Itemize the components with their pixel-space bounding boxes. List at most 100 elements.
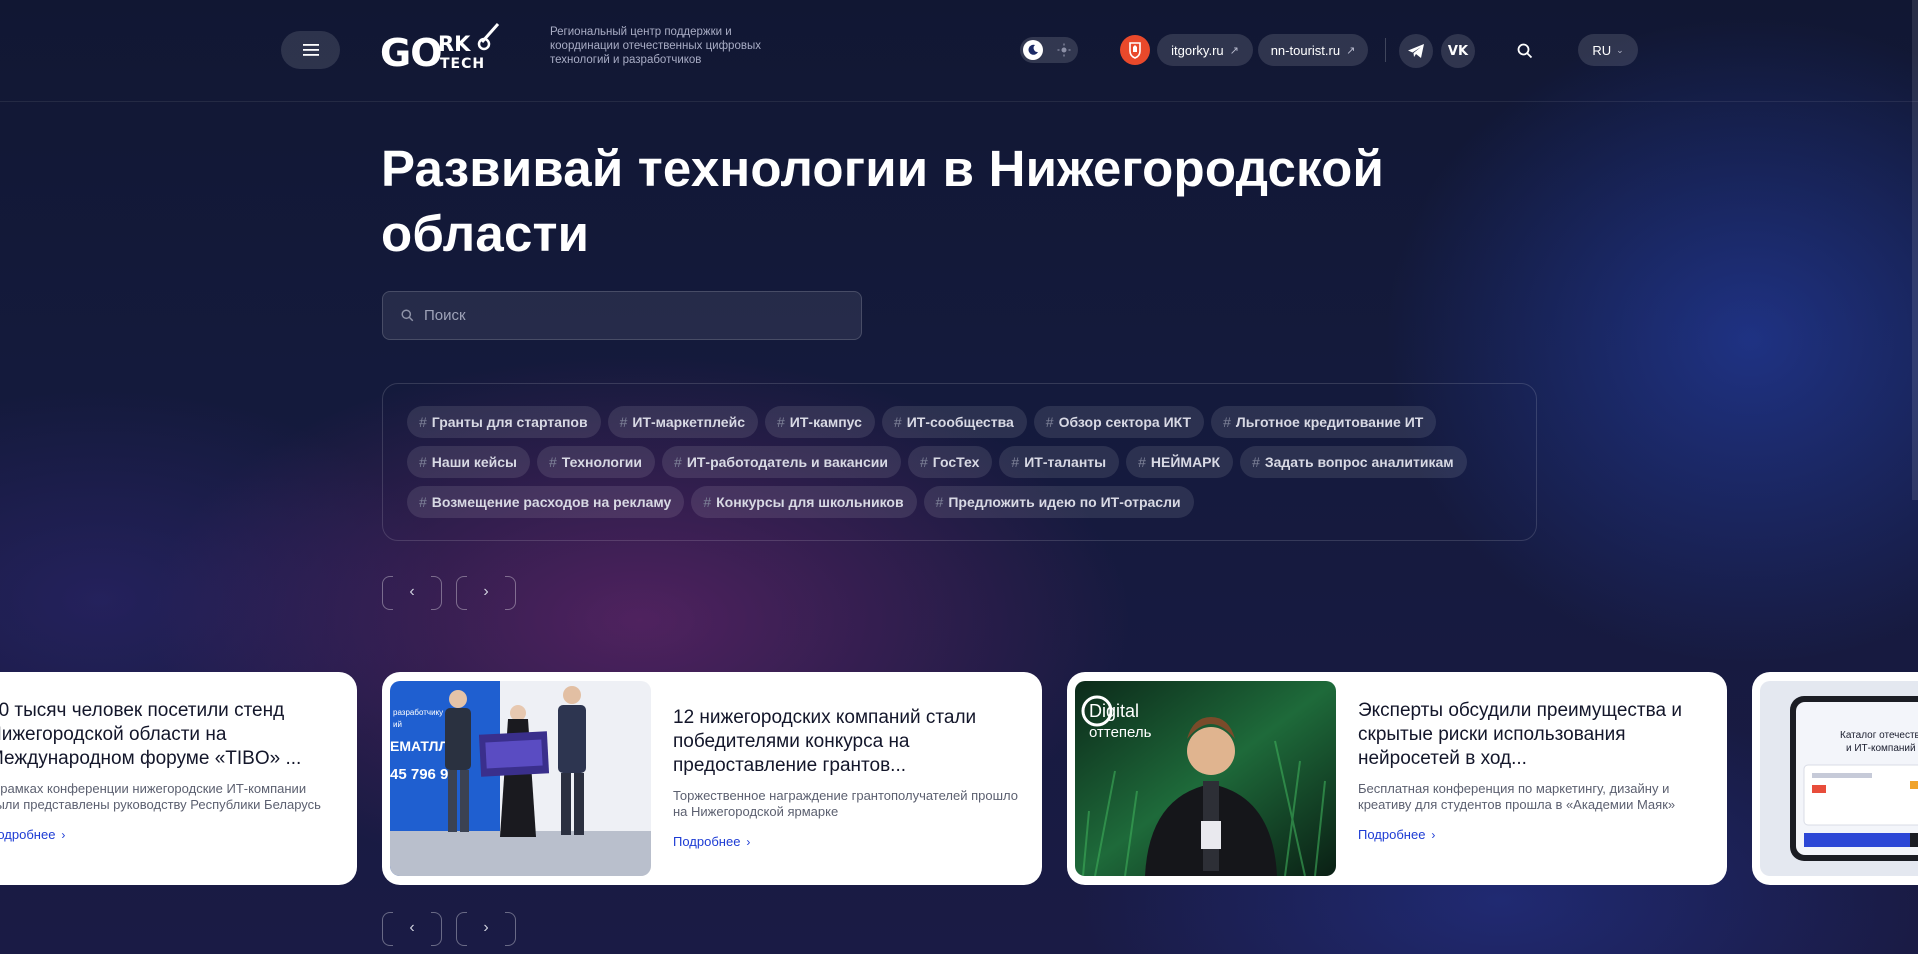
moon-icon: [1023, 40, 1043, 60]
news-card[interactable]: 40 тысяч человек посетили стенд Нижегоро…: [0, 672, 357, 885]
news-title: 12 нижегородских компаний стали победите…: [673, 707, 977, 776]
tag-label: ИТ-работодатель и вакансии: [686, 454, 888, 470]
search-field[interactable]: [382, 291, 862, 340]
tags-carousel-nav: ‹ ›: [382, 576, 516, 610]
image-text: Каталог отечественн: [1840, 730, 1918, 741]
tag-label: Технологии: [561, 454, 643, 470]
nn-tourist-link[interactable]: nn-tourist.ru ↗: [1258, 34, 1368, 66]
news-image: Digital оттепель: [1075, 681, 1336, 876]
hash-icon: #: [935, 494, 944, 510]
hash-icon: #: [1138, 454, 1146, 470]
tags-panel: # Гранты для стартапов # ИТ-маркетплейс # ИТ-…: [382, 383, 1537, 541]
search-input[interactable]: [424, 307, 844, 324]
region-emblem-icon[interactable]: [1120, 35, 1150, 65]
tag-label: Льготное кредитование ИТ: [1235, 414, 1424, 430]
hash-icon: #: [919, 454, 928, 470]
tag-label: ИТ-сообщества: [906, 414, 1014, 430]
read-more-link[interactable]: Подробнее ›: [0, 827, 65, 842]
vk-icon: VK: [1447, 43, 1469, 59]
chevron-down-icon: ⌄: [1616, 44, 1624, 55]
news-card[interactable]: разработчику ий ЕМАТЛЛЕ 45 796 9 12 ниже…: [382, 672, 1042, 885]
prev-arrow-button[interactable]: ‹: [382, 912, 442, 946]
gorky-tech-logo[interactable]: GO RK TECH: [380, 20, 528, 72]
language-select[interactable]: RU ⌄: [1578, 34, 1638, 66]
image-text: оттепель: [1089, 724, 1152, 741]
tag-chip[interactable]: # Возмещение расходов на рекламу: [407, 486, 685, 518]
hash-icon: #: [1223, 414, 1231, 430]
svg-text:GO: GO: [380, 31, 442, 72]
nn-tourist-link-label: nn-tourist.ru: [1270, 42, 1341, 58]
tag-chip[interactable]: # Гранты для стартапов: [407, 406, 601, 438]
news-description: Торжественное награждение грантополучате…: [673, 788, 1018, 819]
search-button[interactable]: [1512, 38, 1538, 64]
hash-icon: #: [893, 414, 902, 430]
read-more-link[interactable]: Подробнее ›: [1358, 827, 1435, 842]
tag-label: Обзор сектора ИКТ: [1058, 414, 1192, 430]
news-text: 12 нижегородских компаний стали победите…: [673, 706, 1018, 851]
tag-chip[interactable]: # ИТ-сообщества: [881, 406, 1027, 438]
read-more-link[interactable]: Подробнее ›: [673, 834, 750, 849]
theme-toggle[interactable]: [1020, 37, 1078, 63]
chevron-right-icon: ›: [746, 834, 751, 849]
news-image: Каталог отечественн и ИТ-компаний из Ро: [1760, 681, 1918, 876]
tag-label: ГосТех: [932, 454, 980, 470]
news-title: 40 тысяч человек посетили стенд Нижегоро…: [0, 700, 302, 769]
next-arrow-button[interactable]: ›: [456, 576, 516, 610]
tag-chip[interactable]: # Предложить идею по ИТ-отрасли: [923, 486, 1194, 518]
news-card[interactable]: Каталог отечественн и ИТ-компаний из Ро: [1752, 672, 1918, 885]
tag-label: Задать вопрос аналитикам: [1264, 454, 1454, 470]
hash-icon: #: [1045, 414, 1054, 430]
tag-label: Предложить идею по ИТ-отрасли: [948, 494, 1181, 510]
tag-label: ИТ-кампус: [789, 414, 862, 430]
svg-text:TECH: TECH: [440, 56, 485, 72]
tag-chip[interactable]: # ИТ-работодатель и вакансии: [662, 446, 901, 478]
telegram-button[interactable]: [1399, 34, 1433, 68]
read-more-label: Подробнее: [0, 827, 56, 842]
search-icon: [1517, 43, 1533, 59]
tag-chip[interactable]: # Технологии: [537, 446, 656, 478]
tag-label: Возмещение расходов на рекламу: [431, 494, 672, 510]
news-card[interactable]: Digital оттепель Эксперты обсудили преим…: [1067, 672, 1727, 885]
tag-chip[interactable]: # Конкурсы для школьников: [691, 486, 917, 518]
tag-chip[interactable]: # Наши кейсы: [407, 446, 530, 478]
tag-chip[interactable]: # ИТ-таланты: [999, 446, 1120, 478]
hash-icon: #: [1252, 454, 1260, 470]
hash-icon: #: [674, 454, 682, 470]
news-text: 40 тысяч человек посетили стенд Нижегоро…: [0, 699, 333, 844]
hash-icon: #: [1011, 454, 1020, 470]
page-title: Развивай технологии в Нижегородской обла…: [381, 140, 1384, 262]
itgorky-link-label: itgorky.ru: [1171, 42, 1224, 58]
tag-label: Конкурсы для школьников: [716, 494, 904, 510]
next-arrow-button[interactable]: ›: [456, 912, 516, 946]
site-header: GO RK TECH Региональный центр поддержки …: [0, 0, 1918, 102]
menu-icon: [302, 44, 319, 56]
svg-text:RK: RK: [438, 32, 471, 56]
tag-chip[interactable]: # ГосТех: [907, 446, 993, 478]
news-image: разработчику ий ЕМАТЛЛЕ 45 796 9: [390, 681, 651, 876]
hash-icon: #: [777, 414, 785, 430]
image-text: разработчику: [393, 708, 443, 717]
chevron-right-icon: ›: [61, 827, 66, 842]
vk-button[interactable]: VK: [1441, 34, 1475, 68]
search-icon: [401, 309, 414, 322]
tag-label: Наши кейсы: [431, 454, 517, 470]
hash-icon: #: [419, 494, 427, 510]
menu-button[interactable]: [281, 31, 340, 69]
page-scrollbar[interactable]: [1912, 0, 1918, 500]
read-more-label: Подробнее: [1358, 827, 1426, 842]
chevron-right-icon: ›: [483, 919, 489, 936]
header-divider: [1385, 38, 1386, 62]
tag-chip[interactable]: # НЕЙМАРК: [1126, 446, 1234, 478]
tag-chip[interactable]: # Задать вопрос аналитикам: [1240, 446, 1467, 478]
read-more-label: Подробнее: [673, 834, 741, 849]
telegram-icon: [1408, 44, 1424, 58]
tag-chip[interactable]: # Обзор сектора ИКТ: [1033, 406, 1205, 438]
news-title: Эксперты обсудили преимущества и скрытые…: [1358, 700, 1682, 769]
prev-arrow-button[interactable]: ‹: [382, 576, 442, 610]
news-description: В рамках конференции нижегородские ИТ-ко…: [0, 781, 321, 812]
tag-chip[interactable]: # ИТ-кампус: [765, 406, 875, 438]
hash-icon: #: [419, 454, 427, 470]
tag-chip[interactable]: # ИТ-маркетплейс: [607, 406, 758, 438]
tag-chip[interactable]: # Льготное кредитование ИТ: [1211, 406, 1437, 438]
itgorky-link[interactable]: itgorky.ru ↗: [1157, 34, 1253, 66]
